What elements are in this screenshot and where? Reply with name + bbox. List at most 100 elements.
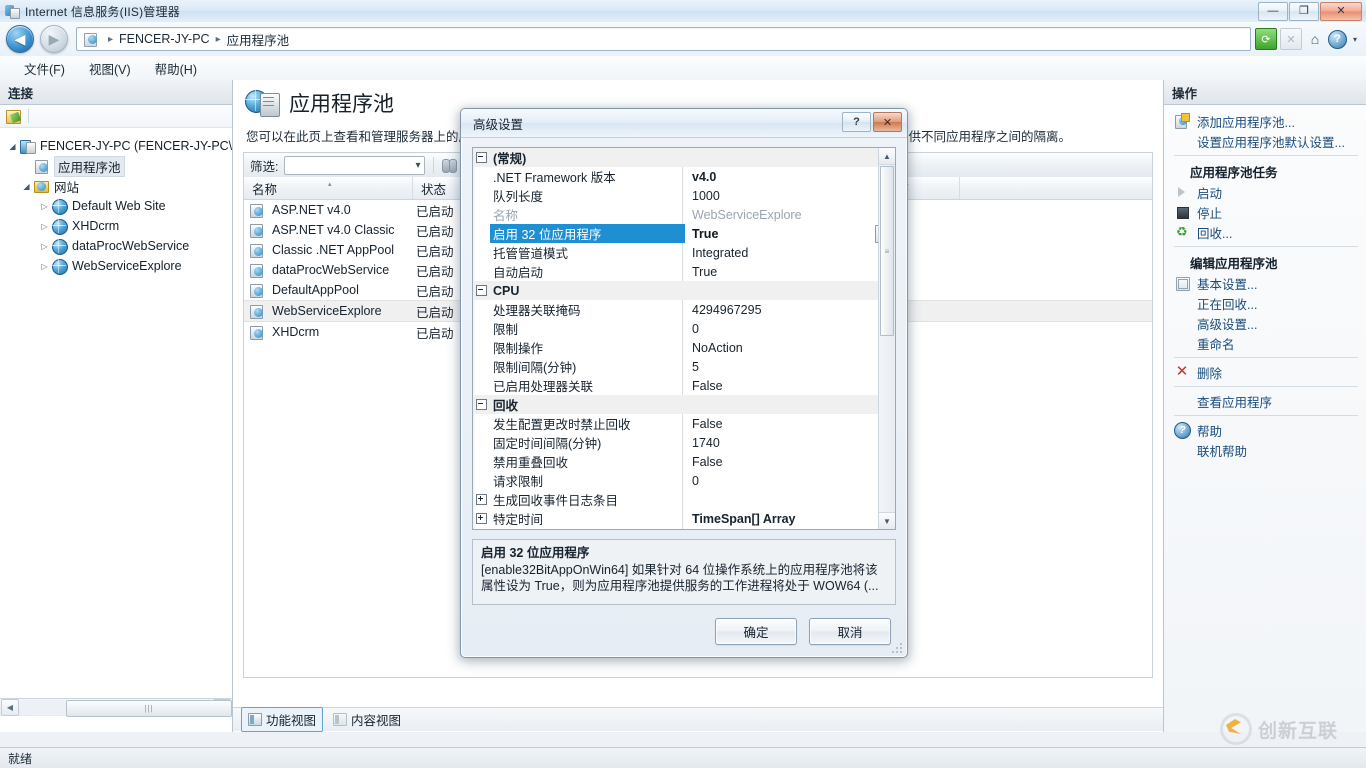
connections-hscrollbar[interactable]: ◀ ||| ▶ xyxy=(0,698,232,717)
grid-value[interactable]: 4294967295 xyxy=(685,303,895,317)
grid-value[interactable]: v4.0 xyxy=(685,170,895,184)
tree-item-default-web-site[interactable]: ▷ Default Web Site xyxy=(6,196,232,216)
expander[interactable] xyxy=(473,285,490,296)
dialog-close-button[interactable]: ✕ xyxy=(873,112,902,132)
twisty-icon-xhdcrm[interactable]: ▷ xyxy=(38,222,51,231)
ok-button[interactable]: 确定 xyxy=(715,618,797,645)
tab-features-view[interactable]: 功能视图 xyxy=(241,707,324,732)
action-basic-settings[interactable]: 基本设置... xyxy=(1164,273,1366,293)
twisty-icon-dws[interactable]: ▷ xyxy=(38,202,51,211)
menu-help[interactable]: 帮助(H) xyxy=(143,56,209,81)
grid-value[interactable]: False xyxy=(685,379,895,393)
breadcrumb-item-server[interactable]: FENCER-JY-PC xyxy=(119,32,210,46)
close-button[interactable]: ✕ xyxy=(1320,2,1362,21)
scroll-up-icon[interactable]: ▲ xyxy=(879,148,895,165)
breadcrumb[interactable]: ▸ FENCER-JY-PC ▸ 应用程序池 xyxy=(76,27,1251,51)
grid-row-limit-action[interactable]: 限制操作 NoAction xyxy=(473,338,895,357)
grid-row-disable-overlapped-recycle[interactable]: 禁用重叠回收 False xyxy=(473,452,895,471)
forward-button[interactable]: ▶ xyxy=(40,25,68,53)
tree-item-dataprocwebservice[interactable]: ▷ dataProcWebService xyxy=(6,236,232,256)
grid-value[interactable]: True xyxy=(685,265,895,279)
grid-row-generate-recycle-event-log-entry[interactable]: 生成回收事件日志条目 xyxy=(473,490,895,509)
back-button[interactable]: ◀ xyxy=(6,25,34,53)
property-grid-scrollbar[interactable]: ▲ ≡ ▼ xyxy=(878,148,895,529)
tree-item-webserviceexplore[interactable]: ▷ WebServiceExplore xyxy=(6,256,232,276)
filter-input[interactable]: ▾ xyxy=(284,155,426,175)
grid-row-managed-pipeline-mode[interactable]: 托管管道模式 Integrated xyxy=(473,243,895,262)
grid-value[interactable]: TimeSpan[] Array xyxy=(685,512,895,526)
minimize-button[interactable]: — xyxy=(1258,2,1288,21)
grid-category-recycling[interactable]: 回收 xyxy=(473,395,895,414)
grid-row-name[interactable]: 名称 WebServiceExplore xyxy=(473,205,895,224)
grid-value[interactable]: 1000 xyxy=(685,189,895,203)
scroll-down-icon[interactable]: ▼ xyxy=(879,512,895,529)
expander[interactable] xyxy=(473,513,490,524)
grid-value[interactable]: Integrated xyxy=(685,246,895,260)
tree-item-sites[interactable]: ◢ 网站 xyxy=(6,176,232,196)
grid-row-limit[interactable]: 限制 0 xyxy=(473,319,895,338)
help-caret-icon[interactable]: ▾ xyxy=(1350,29,1360,49)
hscroll-left-icon[interactable]: ◀ xyxy=(1,699,19,716)
refresh-icon[interactable]: ⟳ xyxy=(1255,28,1277,50)
grid-value[interactable]: 0 xyxy=(685,322,895,336)
dialog-help-button[interactable]: ? xyxy=(842,112,871,132)
tree-item-app-pools[interactable]: 应用程序池 xyxy=(6,155,232,177)
menu-file[interactable]: 文件(F) xyxy=(12,56,77,81)
tree-item-xhdcrm[interactable]: ▷ XHDcrm xyxy=(6,216,232,236)
home-icon[interactable]: ⌂ xyxy=(1305,29,1325,49)
stop-icon[interactable]: ✕ xyxy=(1280,28,1302,50)
column-header-name[interactable]: 名称 ▴ xyxy=(244,177,413,199)
grid-row-regular-time-interval-minutes[interactable]: 固定时间间隔(分钟) 1740 xyxy=(473,433,895,452)
action-recycling[interactable]: 正在回收... xyxy=(1164,293,1366,313)
grid-row-queue-length[interactable]: 队列长度 1000 xyxy=(473,186,895,205)
grid-row-processor-affinity-mask[interactable]: 处理器关联掩码 4294967295 xyxy=(473,300,895,319)
grid-value[interactable]: 5 xyxy=(685,360,895,374)
action-stop[interactable]: 停止 xyxy=(1164,202,1366,222)
restore-button[interactable]: ❐ xyxy=(1289,2,1319,21)
expander[interactable] xyxy=(473,152,490,163)
grid-value[interactable]: NoAction xyxy=(685,341,895,355)
action-start[interactable]: 启动 xyxy=(1164,182,1366,202)
action-online-help[interactable]: 联机帮助 xyxy=(1164,440,1366,460)
connect-icon[interactable] xyxy=(6,109,22,124)
resize-grip-icon[interactable] xyxy=(892,643,904,655)
grid-row-processor-affinity-enabled[interactable]: 已启用处理器关联 False xyxy=(473,376,895,395)
grid-row-limit-interval-minutes[interactable]: 限制间隔(分钟) 5 xyxy=(473,357,895,376)
grid-value[interactable]: True xyxy=(685,227,895,241)
grid-row-specific-times[interactable]: 特定时间 TimeSpan[] Array xyxy=(473,509,895,528)
action-delete[interactable]: ✕ 删除 xyxy=(1164,362,1366,382)
grid-category-general[interactable]: (常规) xyxy=(473,148,895,167)
hscroll-thumb[interactable]: ||| xyxy=(66,700,232,717)
action-advanced-settings[interactable]: 高级设置... xyxy=(1164,313,1366,333)
tab-content-view[interactable]: 内容视图 xyxy=(327,708,407,731)
grid-value[interactable]: False xyxy=(685,455,895,469)
action-recycle[interactable]: ♻ 回收... xyxy=(1164,222,1366,242)
grid-category-cpu[interactable]: CPU xyxy=(473,281,895,300)
grid-row-auto-start[interactable]: 自动启动 True xyxy=(473,262,895,281)
scrollbar-thumb[interactable]: ≡ xyxy=(880,166,894,336)
twisty-icon[interactable]: ◢ xyxy=(6,142,19,151)
filter-dropdown-caret-icon[interactable]: ▾ xyxy=(415,160,420,171)
grid-row-disallow-rotation-on-config-change[interactable]: 发生配置更改时禁止回收 False xyxy=(473,414,895,433)
breadcrumb-item-app-pools[interactable]: 应用程序池 xyxy=(227,30,290,49)
grid-value[interactable]: 1740 xyxy=(685,436,895,450)
action-view-applications[interactable]: 查看应用程序 xyxy=(1164,391,1366,411)
tree-item-server[interactable]: ◢ FENCER-JY-PC (FENCER-JY-PC\F xyxy=(6,136,240,156)
grid-row-net-framework-version[interactable]: .NET Framework 版本 v4.0 xyxy=(473,167,895,186)
cancel-button[interactable]: 取消 xyxy=(809,618,891,645)
grid-value[interactable]: False xyxy=(685,417,895,431)
hscroll-track[interactable]: ||| xyxy=(20,700,232,717)
twisty-icon-sites[interactable]: ◢ xyxy=(20,182,33,191)
menu-view[interactable]: 视图(V) xyxy=(77,56,143,81)
help-icon[interactable]: ? xyxy=(1328,29,1347,49)
expander[interactable] xyxy=(473,494,490,505)
twisty-icon-dpws[interactable]: ▷ xyxy=(38,242,51,251)
grid-value[interactable]: 0 xyxy=(685,474,895,488)
action-help[interactable]: ? 帮助 xyxy=(1164,420,1366,440)
action-add-app-pool[interactable]: 添加应用程序池... xyxy=(1164,111,1366,131)
action-rename[interactable]: 重命名 xyxy=(1164,333,1366,353)
twisty-icon-wse[interactable]: ▷ xyxy=(38,262,51,271)
grid-row-request-limit[interactable]: 请求限制 0 xyxy=(473,471,895,490)
expander[interactable] xyxy=(473,399,490,410)
action-set-app-pool-defaults[interactable]: 设置应用程序池默认设置... xyxy=(1164,131,1366,151)
